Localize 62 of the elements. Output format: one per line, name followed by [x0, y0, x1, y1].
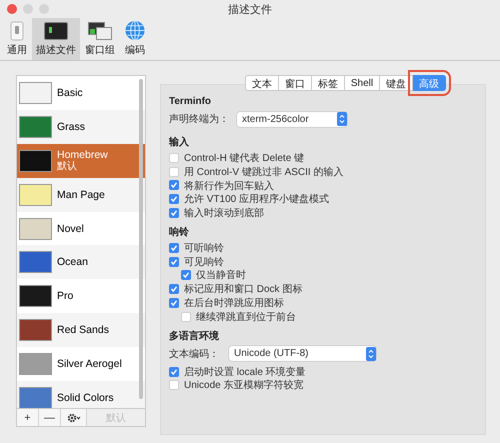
checkbox[interactable]: [181, 312, 191, 322]
profile-item[interactable]: Homebrew 默认: [17, 144, 145, 178]
toolbar-tab[interactable]: 描述文件: [32, 18, 80, 60]
globe-icon: [124, 20, 146, 41]
toolbar-tab[interactable]: 通用: [3, 18, 31, 60]
section-heading: Terminfo: [169, 95, 212, 109]
profile-item[interactable]: Red Sands: [17, 313, 145, 348]
checkbox[interactable]: [169, 284, 179, 294]
checkbox-label: 可听响铃: [184, 242, 224, 255]
checkbox[interactable]: [169, 208, 179, 218]
stepper-icon: [337, 112, 347, 126]
profile-item[interactable]: Silver Aerogel: [17, 347, 145, 382]
profile-item[interactable]: Novel: [17, 212, 145, 246]
dropdown[interactable]: xterm-256color: [237, 112, 347, 126]
checkbox-label: Control-H 键代表 Delete 键: [184, 152, 304, 165]
terminal-icon: [44, 21, 68, 41]
checkbox[interactable]: [169, 256, 179, 267]
windows-icon: [88, 21, 112, 41]
stepper-icon: [366, 346, 376, 361]
checkbox[interactable]: [169, 194, 179, 204]
close-icon[interactable]: [7, 4, 17, 14]
profile-item[interactable]: Basic: [17, 76, 145, 110]
checkbox-label: 在后台时弹跳应用图标: [184, 296, 284, 310]
checkbox[interactable]: [169, 166, 179, 177]
field-label: 文本编码：: [169, 348, 219, 361]
checkbox[interactable]: [169, 242, 179, 253]
checkbox-label: 输入时滚动到底部: [184, 206, 264, 220]
field-label: 声明终端为：: [169, 112, 229, 126]
toolbar-tab[interactable]: 编码: [120, 18, 150, 60]
checkbox-label: 将新行作为回车贴入: [184, 180, 274, 192]
checkbox-label: 仅当静音时: [196, 268, 246, 282]
checkbox[interactable]: [169, 298, 179, 308]
tab[interactable]: 键盘: [380, 75, 414, 91]
tab[interactable]: 窗口: [278, 75, 312, 91]
checkbox-label: 允许 VT100 应用程序小键盘模式: [184, 192, 330, 206]
checkbox[interactable]: [169, 152, 179, 163]
toolbar-tab[interactable]: 窗口组: [81, 18, 119, 60]
checkbox-label: Unicode 东亚模糊字符较宽: [184, 378, 304, 392]
section-heading: 响铃: [169, 226, 190, 240]
tab[interactable]: 标签: [312, 75, 345, 91]
window-title: 描述文件: [228, 2, 272, 16]
checkbox[interactable]: [169, 380, 179, 390]
tab[interactable]: Shell: [344, 75, 380, 91]
checkbox-label: 用 Control-V 键跳过非 ASCII 的输入: [184, 166, 344, 179]
profile-item[interactable]: Ocean: [17, 245, 145, 280]
checkbox-label: 继续弹跳直到位于前台: [196, 310, 296, 324]
checkbox[interactable]: [169, 366, 179, 377]
tab[interactable]: 文本: [244, 75, 279, 91]
profile-item[interactable]: Man Page: [17, 178, 145, 212]
checkbox-label: 启动时设置 locale 环境变量: [184, 366, 306, 379]
section-heading: 输入: [169, 136, 190, 150]
section-heading: 多语言环境: [169, 330, 220, 344]
checkbox-label: 标记应用和窗口 Dock 图标: [184, 282, 302, 296]
checkbox[interactable]: [181, 270, 191, 280]
gear-icon: [66, 412, 80, 422]
profile-item[interactable]: Grass: [17, 110, 145, 144]
scrollbar[interactable]: [139, 79, 143, 399]
profile-item[interactable]: Pro: [17, 279, 145, 314]
checkbox[interactable]: [169, 180, 179, 190]
profile-item[interactable]: Solid Colors: [17, 381, 145, 408]
checkbox-label: 可见响铃: [184, 256, 224, 269]
dropdown[interactable]: Unicode (UTF-8): [229, 346, 376, 362]
